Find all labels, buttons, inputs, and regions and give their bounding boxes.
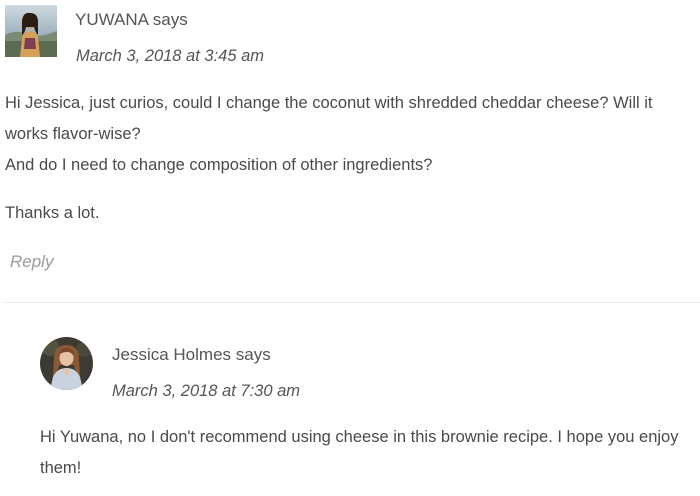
comments-section: YUWANA says March 3, 2018 at 3:45 am Hi … [0,0,700,496]
comment-paragraph: Hi Jessica, just curios, could I change … [5,94,653,143]
comment-date-link[interactable]: March 3, 2018 at 7:30 am [112,380,300,402]
comment-paragraph: Hi Yuwana, no I don't recommend using ch… [40,428,679,477]
user-avatar-icon [5,5,57,57]
comment-paragraph: Thanks a lot. [5,204,100,222]
comment-author: Jessica Holmes [112,345,232,364]
reply-link[interactable]: Reply [10,250,53,274]
comment-author: YUWANA [75,10,149,29]
says-label: says [152,10,188,29]
says-label: says [235,345,271,364]
comment-date-link[interactable]: March 3, 2018 at 3:45 am [76,45,264,67]
comment-author-line: YUWANA says [75,9,188,31]
comment-paragraph: And do I need to change composition of o… [5,156,433,174]
comment-body: Hi Jessica, just curios, could I change … [5,88,685,229]
comment-body: Hi Yuwana, no I don't recommend using ch… [40,422,680,484]
comment-author-line: Jessica Holmes says [112,344,271,366]
comment-divider [5,302,700,303]
user-avatar-icon [40,337,93,390]
